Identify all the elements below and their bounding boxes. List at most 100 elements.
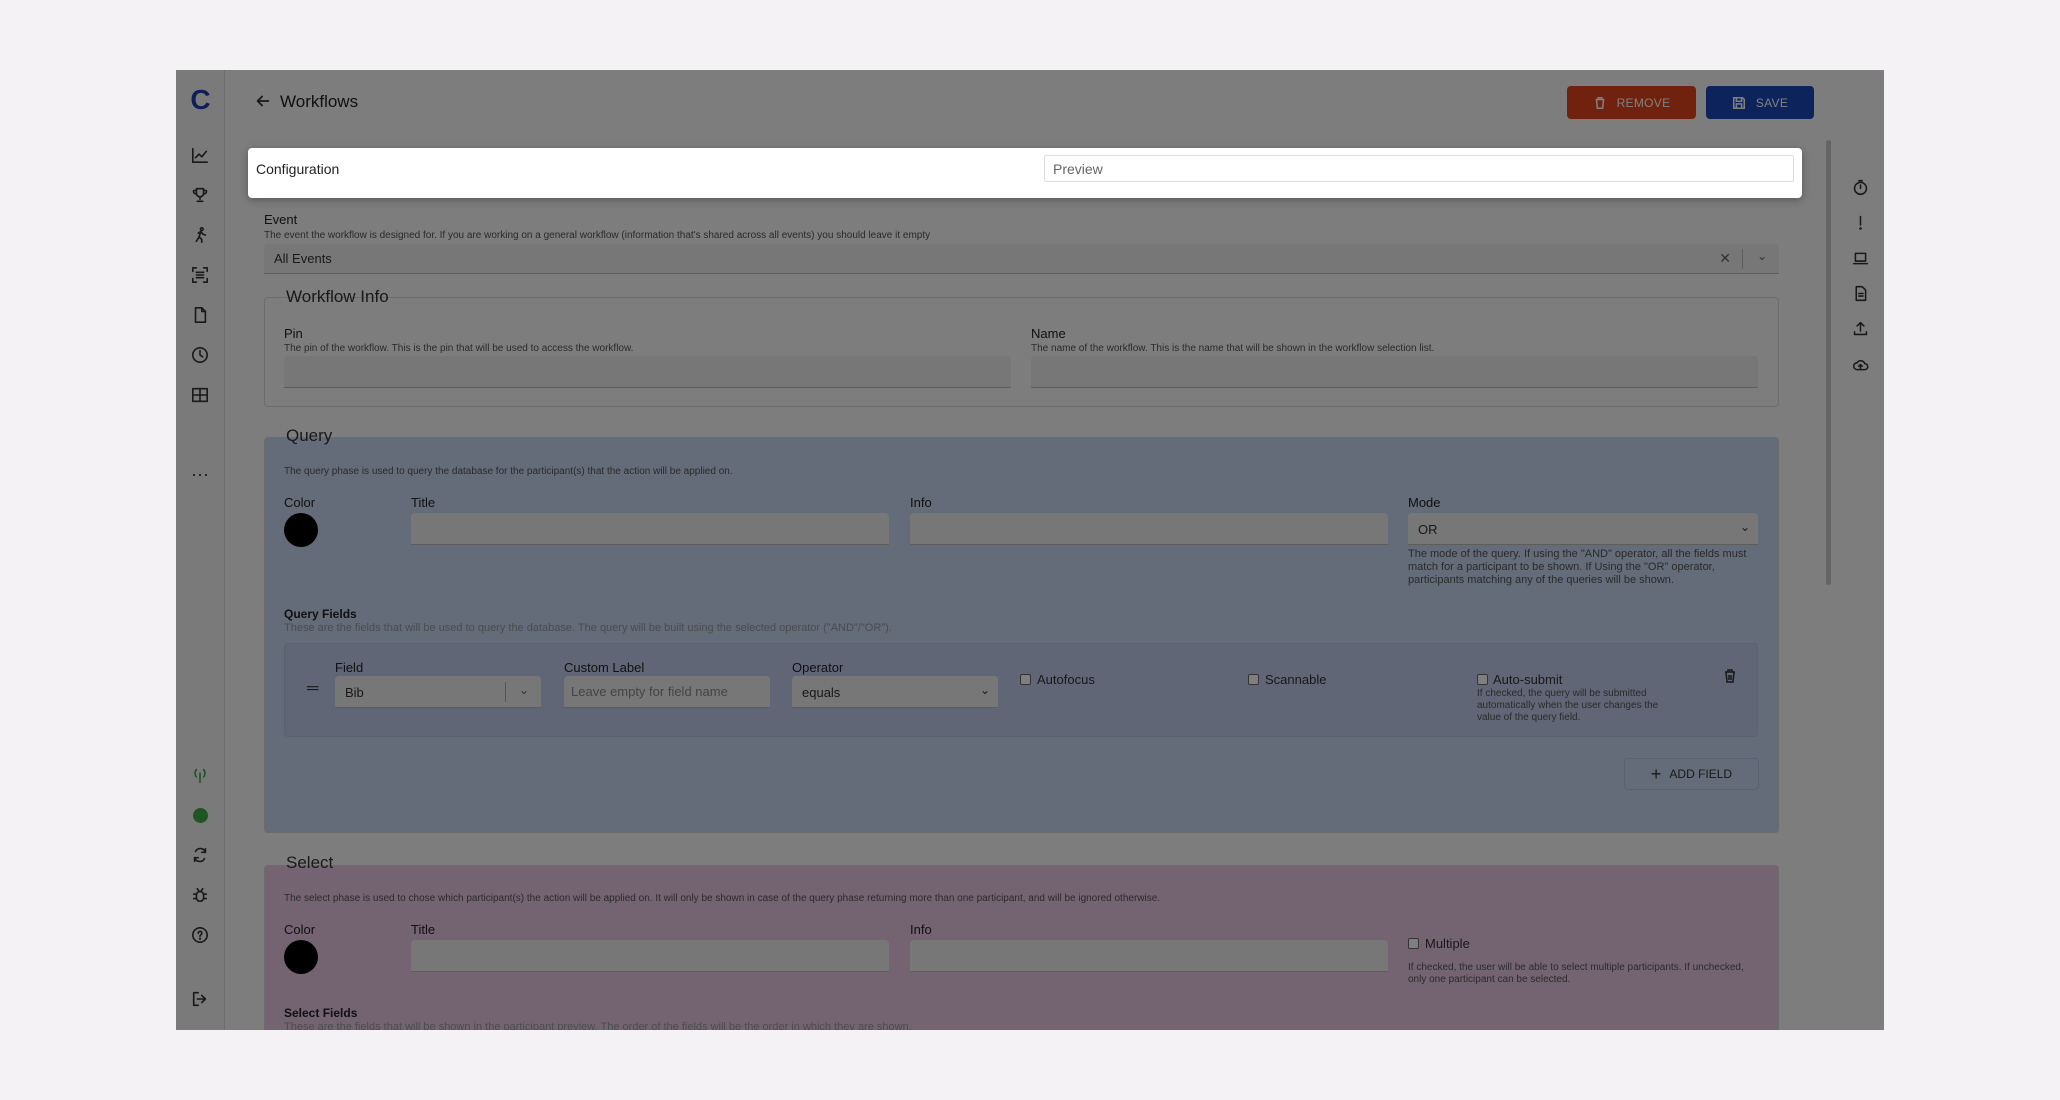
name-help: The name of the workflow. This is the na… — [1031, 343, 1435, 354]
left-sidebar: C ... — [176, 70, 225, 1030]
multiple-help: If checked, the user will be able to sel… — [1408, 962, 1744, 985]
status-online-icon — [193, 808, 208, 823]
page-title: Workflows — [280, 92, 359, 111]
field-select-value: Bib — [345, 685, 364, 700]
chevron-down-icon[interactable]: ⌄ — [519, 683, 529, 697]
pin-help: The pin of the workflow. This is the pin… — [284, 343, 634, 354]
select-title-input[interactable] — [411, 940, 889, 972]
query-info-label: Info — [910, 495, 932, 510]
select-info-input[interactable] — [910, 940, 1388, 972]
upload-icon[interactable] — [1849, 317, 1871, 339]
query-mode-label: Mode — [1408, 495, 1441, 510]
help-icon[interactable] — [189, 924, 211, 946]
trash-icon — [1595, 96, 1604, 109]
autosubmit-checkbox[interactable] — [1477, 674, 1488, 685]
operator-select-value: equals — [802, 685, 841, 700]
cloud-upload-icon[interactable] — [1849, 353, 1871, 375]
autofocus-label: Autofocus — [1037, 672, 1095, 687]
query-fields-title: Query Fields — [284, 607, 357, 621]
sync-icon[interactable] — [189, 844, 211, 866]
field-select[interactable]: Bib ⌄ — [335, 676, 541, 708]
runner-icon[interactable] — [189, 224, 211, 246]
select-divider — [505, 682, 506, 702]
signal-icon — [189, 764, 211, 786]
app-window: C ... Workflows REMOVE SAVE Event The ev… — [176, 70, 1884, 1030]
query-mode-select[interactable]: OR ⌄ — [1408, 513, 1758, 545]
custom-label-label: Custom Label — [564, 660, 645, 675]
save-button-label: SAVE — [1755, 95, 1789, 110]
name-label: Name — [1031, 326, 1066, 341]
table-icon[interactable] — [189, 384, 211, 406]
autosubmit-label: Auto-submit — [1493, 672, 1563, 687]
document-icon[interactable] — [1849, 282, 1871, 304]
query-title-label: Title — [411, 495, 436, 510]
save-button[interactable]: SAVE — [1706, 86, 1814, 119]
chevron-down-icon[interactable]: ⌄ — [980, 683, 990, 697]
bug-icon[interactable] — [189, 884, 211, 906]
select-info-label: Info — [910, 922, 932, 937]
clear-icon[interactable]: ✕ — [1719, 250, 1731, 267]
query-legend: Query — [286, 426, 333, 445]
autofocus-checkbox[interactable] — [1020, 674, 1031, 685]
remove-button[interactable]: REMOVE — [1567, 86, 1696, 119]
select-color-picker[interactable] — [284, 940, 318, 974]
scan-icon[interactable] — [189, 264, 211, 286]
query-mode-help: The mode of the query. If using the "AND… — [1408, 548, 1747, 586]
pin-input[interactable] — [284, 356, 1011, 388]
delete-field-icon[interactable] — [1722, 668, 1740, 686]
event-help: The event the workflow is designed for. … — [264, 230, 931, 241]
logout-icon[interactable] — [189, 988, 211, 1010]
query-color-label: Color — [284, 495, 316, 510]
custom-label-placeholder: Leave empty for field name — [571, 684, 728, 699]
query-help: The query phase is used to query the dat… — [284, 466, 733, 477]
select-color-label: Color — [284, 922, 316, 937]
workflow-form: Event The event the workflow is designed… — [248, 150, 1816, 1030]
select-title-label: Title — [411, 922, 436, 937]
drag-handle-icon[interactable]: ═ — [307, 680, 318, 698]
alert-icon[interactable] — [1849, 211, 1871, 233]
query-title-input[interactable] — [411, 513, 889, 545]
custom-label-input[interactable]: Leave empty for field name — [564, 676, 770, 708]
chevron-down-icon[interactable]: ⌄ — [1757, 249, 1767, 263]
app-logo[interactable]: C — [176, 84, 225, 116]
query-fields-help: These are the fields that will be used t… — [284, 622, 892, 634]
field-label: Field — [335, 660, 364, 675]
query-color-picker[interactable] — [284, 513, 318, 547]
remove-button-label: REMOVE — [1616, 95, 1671, 110]
query-section — [264, 437, 1779, 833]
more-menu[interactable]: ... — [176, 460, 225, 481]
content-scrollbar[interactable] — [1826, 140, 1831, 585]
select-help: The select phase is used to chose which … — [284, 893, 1161, 904]
file-icon[interactable] — [189, 304, 211, 326]
select-legend: Select — [286, 853, 334, 872]
query-field-row: ═ Field Bib ⌄ Custom Label Leave empty f… — [284, 643, 1758, 737]
operator-label: Operator — [792, 660, 844, 675]
select-divider — [1742, 249, 1743, 269]
chart-line-icon[interactable] — [189, 144, 211, 166]
event-label: Event — [264, 212, 298, 227]
laptop-icon[interactable] — [1849, 247, 1871, 269]
trophy-icon[interactable] — [189, 184, 211, 206]
floppy-icon — [1732, 96, 1745, 109]
multiple-label: Multiple — [1425, 936, 1470, 951]
tab-bar: Configuration Preview — [248, 148, 1802, 198]
tab-configuration[interactable]: Configuration — [248, 155, 1043, 182]
query-info-input[interactable] — [910, 513, 1388, 545]
chevron-down-icon[interactable]: ⌄ — [1740, 520, 1750, 534]
scannable-label: Scannable — [1265, 672, 1327, 687]
tab-preview[interactable]: Preview — [1044, 155, 1794, 182]
event-select[interactable]: All Events ✕ ⌄ — [264, 244, 1779, 274]
workflow-info-legend: Workflow Info — [286, 287, 389, 306]
clock-icon[interactable] — [189, 344, 211, 366]
timer-icon[interactable] — [1849, 176, 1871, 198]
scannable-checkbox[interactable] — [1248, 674, 1259, 685]
autosubmit-help: If checked, the query will be submitted … — [1477, 688, 1659, 723]
multiple-checkbox[interactable] — [1408, 938, 1419, 949]
name-input[interactable] — [1031, 356, 1758, 388]
event-select-value: All Events — [274, 251, 332, 266]
pin-label: Pin — [284, 326, 303, 341]
add-field-button[interactable]: + ADD FIELD — [1624, 758, 1759, 790]
operator-select[interactable]: equals ⌄ — [792, 676, 998, 708]
query-mode-value: OR — [1418, 522, 1438, 537]
back-arrow-icon[interactable] — [254, 92, 274, 112]
